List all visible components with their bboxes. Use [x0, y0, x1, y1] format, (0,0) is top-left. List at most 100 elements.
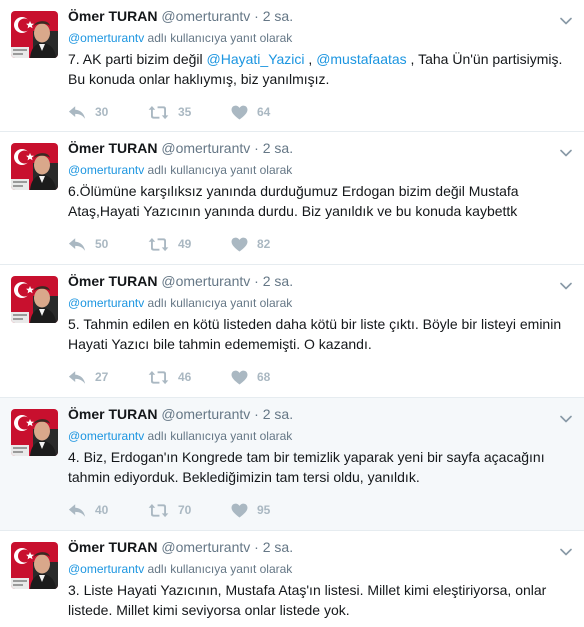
retweet-icon — [148, 503, 169, 518]
reply-count: 27 — [95, 370, 109, 384]
timestamp[interactable]: 2 sa. — [263, 140, 293, 156]
tweet-text: 7. AK parti bizim değil @Hayati_Yazici ,… — [68, 49, 576, 89]
author-name[interactable]: Ömer TURAN — [68, 273, 157, 289]
author-name[interactable]: Ömer TURAN — [68, 140, 157, 156]
like-button[interactable]: 68 — [231, 369, 270, 385]
timestamp[interactable]: 2 sa. — [263, 8, 293, 24]
author-name[interactable]: Ömer TURAN — [68, 8, 157, 24]
reply-suffix: adlı kullanıcıya yanıt olarak — [144, 31, 293, 45]
reply-context: @omerturantv adlı kullanıcıya yanıt olar… — [68, 31, 292, 45]
reply-handle[interactable]: @omerturantv — [68, 163, 144, 177]
author-handle[interactable]: @omerturantv — [161, 273, 250, 289]
text-part: , — [304, 51, 317, 67]
author-handle[interactable]: @omerturantv — [161, 406, 250, 422]
reply-handle[interactable]: @omerturantv — [68, 562, 144, 576]
mention-link[interactable]: @Hayati_Yazici — [207, 51, 305, 67]
tweet-text: 4. Biz, Erdogan'ın Kongrede tam bir temi… — [68, 449, 545, 485]
avatar[interactable] — [11, 11, 58, 58]
timestamp[interactable]: 2 sa. — [263, 273, 293, 289]
like-button[interactable]: 82 — [231, 236, 270, 252]
tweet-text: 5. Tahmin edilen en kötü listeden daha k… — [68, 316, 562, 352]
author-name[interactable]: Ömer TURAN — [68, 406, 157, 422]
separator: · — [254, 140, 259, 156]
retweet-icon — [148, 370, 169, 385]
reply-suffix: adlı kullanıcıya yanıt olarak — [144, 429, 293, 443]
author-handle[interactable]: @omerturantv — [161, 8, 250, 24]
reply-context: @omerturantv adlı kullanıcıya yanıt olar… — [68, 562, 292, 576]
retweet-button[interactable]: 35 — [148, 104, 191, 120]
tweet[interactable]: Ömer TURAN @omerturantv · 2 sa. @omertur… — [0, 265, 584, 398]
like-count: 68 — [257, 370, 271, 384]
separator: · — [254, 539, 259, 555]
tweet-text: 3. Liste Hayati Yazıcının, Mustafa Ataş'… — [68, 582, 547, 618]
retweet-count: 70 — [178, 503, 192, 517]
separator: · — [254, 8, 259, 24]
retweet-button[interactable]: 49 — [148, 236, 191, 252]
timestamp[interactable]: 2 sa. — [263, 539, 293, 555]
avatar[interactable] — [11, 276, 58, 323]
reply-handle[interactable]: @omerturantv — [68, 31, 144, 45]
retweet-button[interactable]: 70 — [148, 502, 191, 518]
heart-icon — [231, 105, 248, 120]
reply-handle[interactable]: @omerturantv — [68, 296, 144, 310]
retweet-icon — [148, 237, 169, 252]
author-handle[interactable]: @omerturantv — [161, 539, 250, 555]
like-count: 64 — [257, 105, 271, 119]
retweet-count: 35 — [178, 105, 192, 119]
tweet[interactable]: Ömer TURAN @omerturantv · 2 sa. @omertur… — [0, 531, 584, 627]
reply-context: @omerturantv adlı kullanıcıya yanıt olar… — [68, 296, 292, 310]
reply-count: 30 — [95, 105, 109, 119]
reply-context: @omerturantv adlı kullanıcıya yanıt olar… — [68, 163, 292, 177]
avatar[interactable] — [11, 409, 58, 456]
like-count: 95 — [257, 503, 271, 517]
reply-count: 50 — [95, 237, 109, 251]
reply-icon — [68, 105, 86, 120]
like-count: 82 — [257, 237, 271, 251]
tweet-header: Ömer TURAN @omerturantv · 2 sa. — [68, 273, 293, 289]
tweet[interactable]: Ömer TURAN @omerturantv · 2 sa. @omertur… — [0, 0, 584, 132]
avatar[interactable] — [11, 542, 58, 589]
chevron-down-icon[interactable] — [560, 410, 572, 428]
tweet-header: Ömer TURAN @omerturantv · 2 sa. — [68, 406, 293, 422]
reply-icon — [68, 370, 86, 385]
reply-suffix: adlı kullanıcıya yanıt olarak — [144, 296, 293, 310]
chevron-down-icon[interactable] — [560, 277, 572, 295]
timestamp[interactable]: 2 sa. — [263, 406, 293, 422]
heart-icon — [231, 237, 248, 252]
author-handle[interactable]: @omerturantv — [161, 140, 250, 156]
reply-button[interactable]: 30 — [68, 104, 108, 120]
like-button[interactable]: 64 — [231, 104, 270, 120]
retweet-count: 49 — [178, 237, 192, 251]
reply-button[interactable]: 50 — [68, 236, 108, 252]
like-button[interactable]: 95 — [231, 502, 270, 518]
retweet-icon — [148, 105, 169, 120]
tweet-header: Ömer TURAN @omerturantv · 2 sa. — [68, 8, 293, 24]
heart-icon — [231, 503, 248, 518]
heart-icon — [231, 370, 248, 385]
retweet-count: 46 — [178, 370, 192, 384]
tweet-header: Ömer TURAN @omerturantv · 2 sa. — [68, 539, 293, 555]
tweet-header: Ömer TURAN @omerturantv · 2 sa. — [68, 140, 293, 156]
reply-context: @omerturantv adlı kullanıcıya yanıt olar… — [68, 429, 292, 443]
chevron-down-icon[interactable] — [560, 543, 572, 561]
reply-icon — [68, 237, 86, 252]
tweet-text: 6.Ölümüne karşılıksız yanında durduğumuz… — [68, 183, 519, 219]
tweet[interactable]: Ömer TURAN @omerturantv · 2 sa. @omertur… — [0, 132, 584, 265]
separator: · — [254, 273, 259, 289]
chevron-down-icon[interactable] — [560, 144, 572, 162]
reply-icon — [68, 503, 86, 518]
separator: · — [254, 406, 259, 422]
reply-button[interactable]: 40 — [68, 502, 108, 518]
reply-button[interactable]: 27 — [68, 369, 108, 385]
tweet[interactable]: Ömer TURAN @omerturantv · 2 sa. @omertur… — [0, 398, 584, 531]
reply-handle[interactable]: @omerturantv — [68, 429, 144, 443]
reply-count: 40 — [95, 503, 109, 517]
reply-suffix: adlı kullanıcıya yanıt olarak — [144, 163, 293, 177]
author-name[interactable]: Ömer TURAN — [68, 539, 157, 555]
retweet-button[interactable]: 46 — [148, 369, 191, 385]
text-part: 7. AK parti bizim değil — [68, 51, 207, 67]
chevron-down-icon[interactable] — [560, 12, 572, 30]
avatar[interactable] — [11, 143, 58, 190]
mention-link[interactable]: @mustafaatas — [316, 51, 406, 67]
reply-suffix: adlı kullanıcıya yanıt olarak — [144, 562, 293, 576]
